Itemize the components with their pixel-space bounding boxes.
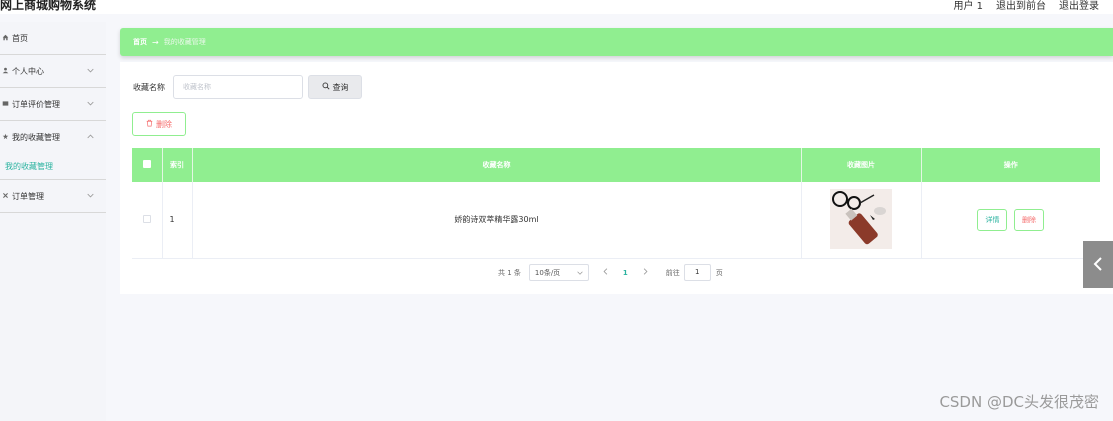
prev-page-button[interactable] [603, 268, 608, 277]
order-icon [2, 192, 10, 201]
sidebar-item-order-review[interactable]: 订单评价管理 [0, 88, 106, 121]
search-button-label: 查询 [332, 82, 349, 92]
select-all-checkbox[interactable] [142, 160, 151, 168]
user-label[interactable]: 用户 1 [953, 0, 983, 12]
app-title: 网上商城购物系统 [0, 0, 97, 12]
sidebar-subitem-favorites[interactable]: 我的收藏管理 [0, 154, 106, 180]
sidebar-item-label: 订单评价管理 [12, 99, 60, 109]
favorites-table: 索引 收藏名称 收藏图片 操作 1 娇韵诗双萃精华露30ml 详情 删除 [132, 148, 1100, 259]
row-checkbox-cell [132, 182, 163, 259]
product-thumbnail[interactable] [830, 188, 892, 249]
back-to-front-link[interactable]: 退出到前台 [996, 0, 1046, 12]
sidebar-item-home[interactable]: 首页 [0, 22, 106, 55]
goto-label: 前往 [665, 268, 680, 277]
sidebar: 首页 个人中心 订单评价管理 我的收藏管理 我的收藏管理 订单管理 [0, 22, 106, 421]
delete-button[interactable]: 删除 [1014, 208, 1045, 231]
row-name: 娇韵诗双萃精华露30ml [192, 182, 802, 259]
side-panel-toggle[interactable] [1083, 241, 1113, 288]
header-index: 索引 [162, 148, 193, 182]
arrow-right-icon: → [152, 37, 159, 47]
sidebar-item-label: 订单管理 [12, 191, 44, 201]
breadcrumb: 首页 → 我的收藏管理 [120, 28, 1113, 56]
pagination: 共 1 条 10条/页 1 前往 1 页 [498, 264, 723, 281]
chevron-down-icon [577, 269, 583, 277]
top-links: 用户 1 退出到前台 退出登录 [953, 0, 1099, 12]
sidebar-item-favorites[interactable]: 我的收藏管理 [0, 121, 106, 154]
header-name: 收藏名称 [192, 148, 802, 182]
watermark: CSDN @DC头发很茂密 [939, 393, 1099, 411]
chevron-left-icon [603, 268, 608, 277]
search-button[interactable]: 查询 [308, 75, 362, 99]
sidebar-item-profile[interactable]: 个人中心 [0, 55, 106, 88]
goto-page-input[interactable]: 1 [683, 264, 711, 281]
sidebar-item-orders[interactable]: 订单管理 [0, 180, 106, 213]
page-number-current[interactable]: 1 [623, 269, 628, 277]
chevron-down-icon [87, 191, 94, 200]
chevron-left-icon [1093, 256, 1103, 274]
row-index: 1 [162, 182, 193, 259]
header-actions: 操作 [921, 148, 1100, 182]
table-row: 1 娇韵诗双萃精华露30ml 详情 删除 [132, 182, 1100, 259]
detail-button[interactable]: 详情 [977, 208, 1008, 231]
search-label: 收藏名称 [133, 83, 165, 92]
trash-icon [146, 119, 153, 129]
breadcrumb-current: 我的收藏管理 [163, 38, 206, 46]
select-all-cell [132, 148, 163, 182]
main-card: 收藏名称 查询 删除 索引 收藏名称 收藏图片 操作 [120, 62, 1113, 294]
page-size-value: 10条/页 [534, 268, 561, 277]
page-unit-label: 页 [715, 268, 723, 277]
sidebar-item-label: 个人中心 [12, 66, 44, 76]
chevron-down-icon [87, 99, 94, 108]
logout-link[interactable]: 退出登录 [1059, 0, 1099, 12]
row-image-cell [801, 182, 922, 259]
header-image: 收藏图片 [801, 148, 922, 182]
batch-delete-label: 删除 [156, 119, 172, 129]
page-size-select[interactable]: 10条/页 [528, 264, 589, 281]
star-icon [2, 133, 10, 142]
batch-delete-button[interactable]: 删除 [132, 112, 186, 136]
breadcrumb-home[interactable]: 首页 [133, 37, 147, 47]
chevron-down-icon [87, 66, 94, 75]
chevron-up-icon [87, 132, 94, 141]
sidebar-item-label: 首页 [12, 34, 28, 43]
row-actions-cell: 详情 删除 [921, 182, 1100, 259]
comment-icon [2, 100, 10, 109]
row-checkbox[interactable] [142, 214, 151, 223]
search-input[interactable] [173, 75, 303, 99]
search-icon [322, 82, 330, 92]
sidebar-item-label: 我的收藏管理 [12, 133, 60, 142]
next-page-button[interactable] [643, 268, 648, 277]
user-icon [2, 67, 10, 76]
pagination-total: 共 1 条 [498, 268, 521, 277]
top-bar: 网上商城购物系统 用户 1 退出到前台 退出登录 [0, 0, 1113, 14]
table-header-row: 索引 收藏名称 收藏图片 操作 [132, 148, 1100, 182]
home-icon [2, 34, 10, 43]
chevron-right-icon [643, 268, 648, 277]
